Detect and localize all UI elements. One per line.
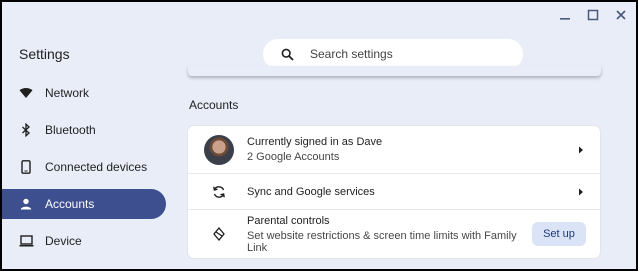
laptop-icon — [18, 233, 34, 249]
window-controls — [558, 8, 628, 22]
parental-controls-icon — [204, 227, 234, 241]
parental-controls-description: Set website restrictions & screen time l… — [247, 229, 517, 254]
main-content: Accounts Currently signed in as Dave 2 G… — [186, 66, 601, 258]
sidebar-item-bluetooth[interactable]: Bluetooth — [2, 115, 166, 145]
accounts-card: Currently signed in as Dave 2 Google Acc… — [188, 126, 600, 258]
signed-in-label: Currently signed in as Dave — [247, 136, 383, 148]
chevron-right-icon — [576, 146, 586, 154]
sync-label: Sync and Google services — [247, 185, 375, 198]
sync-icon — [204, 185, 234, 199]
sidebar-item-label: Connected devices — [45, 160, 148, 174]
section-title: Accounts — [189, 98, 239, 112]
wifi-icon — [18, 85, 34, 101]
search-icon — [281, 48, 294, 61]
set-up-button[interactable]: Set up — [532, 222, 586, 246]
sidebar-item-connected-devices[interactable]: Connected devices — [2, 152, 166, 182]
sidebar-item-label: Accounts — [45, 197, 95, 211]
parental-controls-row: Parental controls Set website restrictio… — [188, 210, 600, 258]
sidebar-item-label: Network — [45, 86, 90, 100]
sidebar-item-accounts[interactable]: Accounts — [2, 189, 166, 219]
search-box[interactable] — [263, 39, 523, 69]
accounts-count: 2 Google Accounts — [247, 151, 340, 163]
phone-icon — [18, 159, 34, 175]
chevron-right-icon — [576, 188, 586, 196]
maximize-icon[interactable] — [586, 8, 600, 22]
minimize-icon[interactable] — [558, 8, 572, 22]
parental-controls-text: Parental controls Set website restrictio… — [247, 215, 532, 254]
person-icon — [18, 196, 34, 212]
sidebar: Network Bluetooth Connected devices Acco… — [2, 78, 178, 263]
sidebar-item-label: Bluetooth — [45, 123, 96, 137]
scroll-shadow — [188, 66, 601, 76]
sidebar-item-device[interactable]: Device — [2, 226, 166, 256]
sync-text: Sync and Google services — [247, 186, 576, 198]
avatar — [204, 134, 234, 165]
sidebar-item-network[interactable]: Network — [2, 78, 166, 108]
settings-window: Settings Network Bluetooth Connected dev… — [0, 0, 638, 271]
bluetooth-icon — [18, 122, 34, 138]
search-input[interactable] — [310, 47, 500, 61]
sync-row[interactable]: Sync and Google services — [188, 174, 600, 210]
sidebar-item-label: Device — [45, 234, 82, 248]
signed-in-row[interactable]: Currently signed in as Dave 2 Google Acc… — [188, 126, 600, 174]
app-title: Settings — [19, 46, 70, 62]
close-icon[interactable] — [614, 8, 628, 22]
parental-controls-label: Parental controls — [247, 214, 330, 227]
signed-in-text: Currently signed in as Dave 2 Google Acc… — [247, 136, 576, 163]
